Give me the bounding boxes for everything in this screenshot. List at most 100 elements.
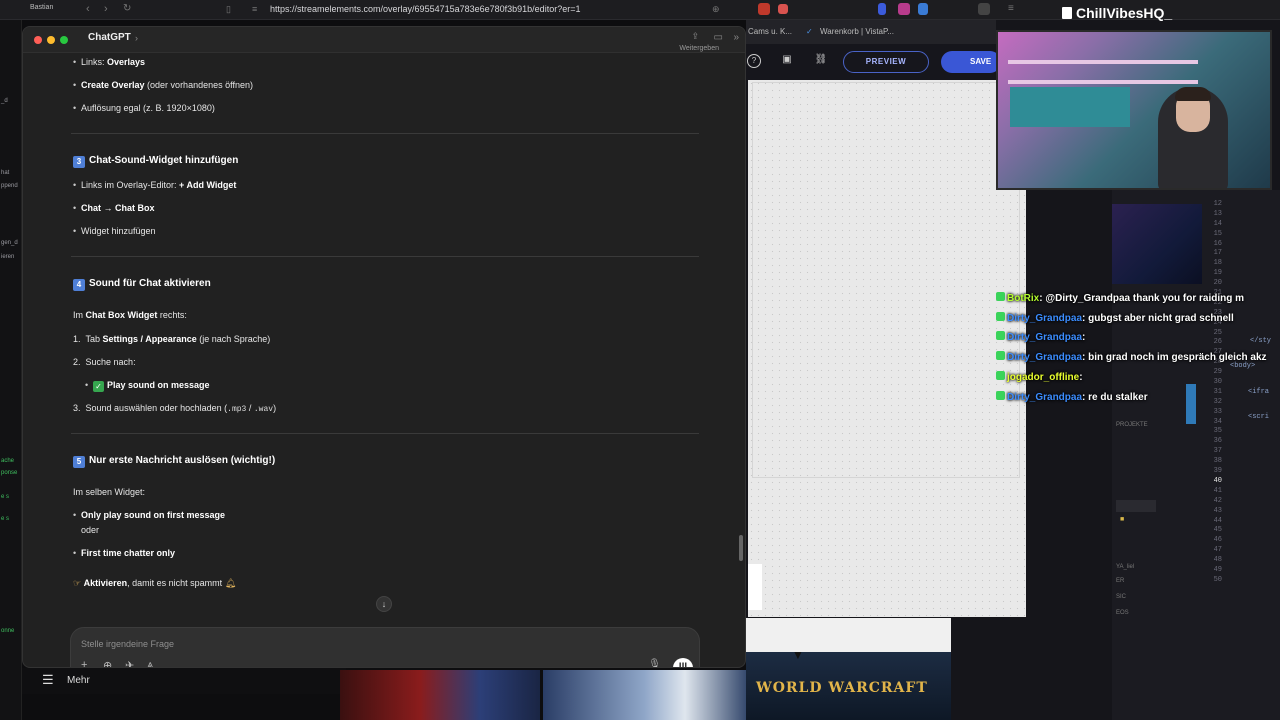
microphone-icon[interactable]: 🎙︎ <box>648 659 661 667</box>
panel-label: YA_liel <box>1116 564 1135 570</box>
maximize-window-button[interactable] <box>60 36 68 44</box>
back-icon[interactable]: ‹ <box>86 3 90 15</box>
address-bar[interactable]: https://streamelements.com/overlay/69554… <box>270 4 580 14</box>
game-logo: WORLD WARCRAFT <box>756 680 928 696</box>
scroll-down-button[interactable]: ↓ <box>376 596 392 612</box>
new-window-icon[interactable]: ▭ <box>714 32 723 43</box>
tools-icon[interactable]: ✈ <box>125 659 134 667</box>
voice-mode-button[interactable]: ||| <box>673 658 693 667</box>
kick-badge-icon <box>996 331 1005 341</box>
divider <box>71 433 699 434</box>
expand-icon[interactable]: » <box>733 32 739 43</box>
link-icon[interactable]: ⛓ <box>814 54 828 68</box>
zoom-icon[interactable]: ⊕ <box>712 4 720 15</box>
composer-input[interactable]: Stelle irgendeine Frage <box>81 639 174 649</box>
item-number: 3. <box>73 403 81 413</box>
more-link[interactable]: Mehr <box>67 675 90 686</box>
share-label[interactable]: Weitergeben <box>679 45 719 52</box>
window-titlebar: ChatGPT › ⇪ ▭ » Weitergeben <box>23 27 745 53</box>
forward-icon[interactable]: › <box>104 3 108 15</box>
game-thumbnail[interactable]: ▼ WORLD WARCRAFT <box>746 618 951 720</box>
panel-row[interactable] <box>1116 500 1156 512</box>
message-composer[interactable]: Stelle irgendeine Frage + ⊕ ✈ ⩓ 🎙︎ ||| <box>70 627 700 667</box>
game-thumbnail[interactable] <box>543 670 746 720</box>
chat-username[interactable]: Dirty_Grandpaa <box>1007 313 1082 324</box>
chevron-right-icon: › <box>135 33 138 43</box>
list-bold: Overlays <box>107 57 146 67</box>
item-number: 1. <box>73 334 81 344</box>
format-icon[interactable]: ⩓ <box>147 659 153 667</box>
terminal-text: _d <box>1 98 8 104</box>
chat-username[interactable]: Dirty_Grandpaa <box>1007 352 1082 363</box>
list-item: Links im Overlay-Editor: + Add Widget <box>73 180 236 190</box>
extension-icon[interactable] <box>778 4 788 14</box>
code-snippet[interactable]: <scri <box>1248 413 1269 421</box>
help-icon[interactable]: ? <box>747 54 761 68</box>
checkmark-icon: ✓ <box>93 381 104 392</box>
terminal-text: ppend <box>1 183 18 189</box>
site-settings-icon[interactable]: ≡ <box>252 4 257 14</box>
paragraph: Im selben Widget: <box>73 487 146 497</box>
extension-icon[interactable] <box>898 3 910 15</box>
bookmark-item[interactable]: Cams u. K... <box>748 27 792 36</box>
plus-icon[interactable]: + <box>81 659 87 667</box>
paragraph: Im Chat Box Widget rechts: <box>73 310 187 320</box>
bookmark-item[interactable]: Warenkorb | VistaP... <box>820 27 894 36</box>
panel-label: SIC <box>1116 594 1127 600</box>
ordered-item: 3. Sound auswählen oder hochladen (.mp3 … <box>73 403 276 414</box>
preview-button[interactable]: PREVIEW <box>843 51 929 73</box>
tip-line: ☞ Aktivieren, damit es nicht spammt 🔔︎ <box>73 578 236 589</box>
save-button[interactable]: SAVE <box>941 51 1001 73</box>
line-number: 17 <box>1213 249 1222 258</box>
twitch-icon <box>1062 7 1072 19</box>
close-window-button[interactable] <box>34 36 42 44</box>
tip-bold: Aktivieren <box>83 578 128 588</box>
extension-icon[interactable] <box>758 3 770 15</box>
line-number: 44 <box>1213 516 1222 525</box>
scrollbar[interactable] <box>739 535 743 561</box>
channel-label: ChillVibesHQ_ <box>1076 5 1173 21</box>
chat-text: : re du stalker <box>1082 391 1148 403</box>
game-thumbnail[interactable] <box>340 670 540 720</box>
bookmark-icon[interactable]: ▯ <box>226 4 231 15</box>
extension-icon[interactable] <box>878 3 886 15</box>
list-bold: First time chatter only <box>81 548 176 558</box>
line-number: 16 <box>1213 239 1222 248</box>
bookmark-icon: ✓ <box>806 27 813 36</box>
item-text: ) <box>273 403 277 413</box>
kick-badge-icon <box>996 292 1005 301</box>
line-number: 30 <box>1213 378 1222 387</box>
code-snippet[interactable]: </sty <box>1250 337 1271 345</box>
list-item: Links: Overlays <box>73 57 146 67</box>
window-title[interactable]: ChatGPT <box>88 32 131 43</box>
panel-label: ER <box>1116 578 1125 584</box>
line-number: 33 <box>1213 407 1222 416</box>
monitor-icon[interactable]: ▣ <box>780 54 794 68</box>
panel-label: EOS <box>1116 610 1129 616</box>
browser-tab[interactable]: Bastian <box>30 4 53 11</box>
minimize-window-button[interactable] <box>47 36 55 44</box>
chat-message: Dirty_Grandpaa: gubgst aber nicht grad s… <box>996 311 1234 330</box>
item-bold: Play sound on message <box>107 380 210 390</box>
line-number: 49 <box>1213 565 1222 574</box>
panel-label: PROJEKTE <box>1116 422 1148 428</box>
globe-icon[interactable]: ⊕ <box>103 659 112 667</box>
line-number: 39 <box>1213 467 1222 476</box>
chat-text: : gubgst aber nicht grad schnell <box>1082 312 1234 324</box>
menu-icon[interactable]: ≡ <box>1008 3 1014 14</box>
code-snippet[interactable]: <ifra <box>1248 388 1269 396</box>
extension-icon[interactable] <box>918 3 928 15</box>
reload-icon[interactable]: ↻ <box>123 3 131 14</box>
hamburger-icon[interactable]: ☰ <box>42 672 54 688</box>
chat-username[interactable]: jogador_offline <box>1007 372 1079 383</box>
divider <box>71 256 699 257</box>
list-bold: Chat → Chat Box <box>81 203 155 213</box>
share-icon[interactable]: ⇪ <box>691 31 699 42</box>
chat-username[interactable]: Dirty_Grandpaa <box>1007 332 1082 343</box>
chat-text: : @Dirty_Grandpaa thank you for raiding … <box>1039 293 1245 304</box>
chat-username[interactable]: Dirty_Grandpaa <box>1007 392 1082 403</box>
extension-icon[interactable] <box>978 3 990 15</box>
chat-message: BotRix: @Dirty_Grandpaa thank you for ra… <box>996 292 1244 310</box>
widget-card[interactable] <box>748 564 762 610</box>
chat-username[interactable]: BotRix <box>1007 293 1039 304</box>
